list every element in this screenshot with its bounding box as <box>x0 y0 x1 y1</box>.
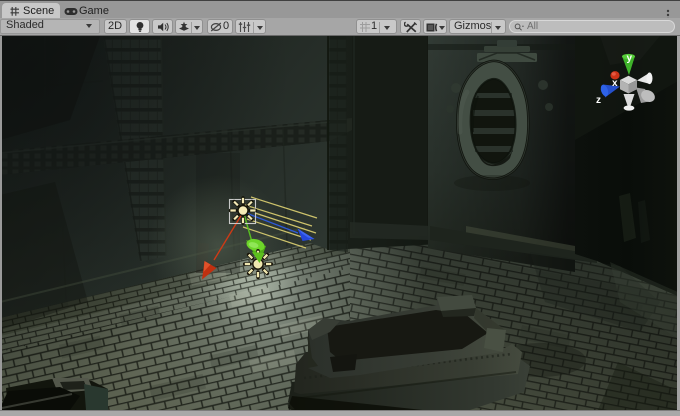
svg-text:y: y <box>627 53 633 64</box>
svg-text:x: x <box>612 78 618 89</box>
svg-text:z: z <box>596 95 601 106</box>
